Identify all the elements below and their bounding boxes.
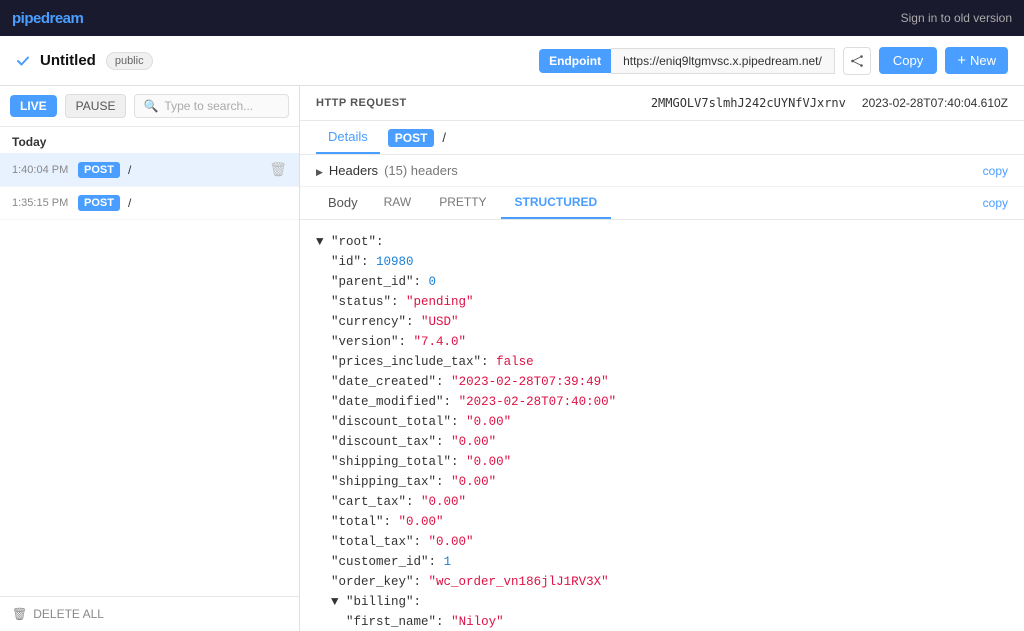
search-box[interactable]: 🔍 Type to search...	[134, 94, 289, 118]
body-label: Body	[316, 187, 370, 219]
search-icon: 🔍	[143, 99, 158, 113]
event-path: /	[128, 196, 287, 210]
body-copy-link[interactable]: copy	[983, 196, 1008, 210]
new-button[interactable]: + New	[945, 47, 1008, 74]
live-button[interactable]: LIVE	[10, 95, 57, 117]
trash-icon: 🗑	[12, 607, 27, 621]
tab-raw[interactable]: RAW	[370, 187, 426, 219]
copy-button[interactable]: Copy	[879, 47, 937, 74]
event-path: /	[128, 163, 261, 177]
headers-count: (15) headers	[384, 163, 458, 178]
detail-path: /	[442, 130, 446, 145]
event-method: POST	[78, 162, 120, 178]
today-label: Today	[0, 127, 299, 153]
plus-icon: +	[957, 53, 966, 68]
tab-details[interactable]: Details	[316, 121, 380, 154]
workflow-right: Endpoint https://eniq9ltgmvsc.x.pipedrea…	[539, 47, 1008, 75]
request-time: 2023-02-28T07:40:04.610Z	[862, 96, 1008, 110]
billing-toggle[interactable]: ▼	[331, 595, 339, 609]
details-tabs: Details POST /	[300, 121, 1024, 155]
json-line: "total_tax": "0.00"	[316, 532, 1008, 552]
json-line: "shipping_total": "0.00"	[316, 452, 1008, 472]
method-badge: POST	[388, 129, 435, 147]
event-list: 1:40:04 PM POST / 🗑 1:35:15 PM POST /	[0, 153, 299, 596]
json-line: "currency": "USD"	[316, 312, 1008, 332]
workflow-public-badge: public	[106, 52, 153, 70]
headers-text: Headers	[329, 163, 378, 178]
json-content: ▼ "root": "id": 10980 "parent_id": 0 "st…	[300, 220, 1024, 631]
json-line: "customer_id": 1	[316, 552, 1008, 572]
delete-event-icon[interactable]: 🗑	[269, 161, 287, 178]
right-panel: HTTP REQUEST 2MMGOLV7slmhJ242cUYNfVJxrnv…	[300, 86, 1024, 631]
json-line: "shipping_tax": "0.00"	[316, 472, 1008, 492]
endpoint-label: Endpoint	[539, 49, 611, 73]
workflow-bar: Untitled public Endpoint https://eniq9lt…	[0, 36, 1024, 86]
json-line: "status": "pending"	[316, 292, 1008, 312]
main-layout: LIVE PAUSE 🔍 Type to search... Today 1:4…	[0, 86, 1024, 631]
request-meta: 2MMGOLV7slmhJ242cUYNfVJxrnv 2023-02-28T0…	[651, 96, 1008, 110]
event-item[interactable]: 1:35:15 PM POST /	[0, 187, 299, 220]
tab-pretty[interactable]: PRETTY	[425, 187, 500, 219]
body-tabs: Body RAW PRETTY STRUCTURED	[316, 187, 611, 219]
body-tabs-row: Body RAW PRETTY STRUCTURED copy	[300, 187, 1024, 220]
event-method: POST	[78, 195, 120, 211]
root-toggle[interactable]: ▼	[316, 235, 324, 249]
share-icon[interactable]	[843, 47, 871, 75]
top-nav: pipedream Sign in to old version	[0, 0, 1024, 36]
endpoint-url: https://eniq9ltgmvsc.x.pipedream.net/	[611, 48, 835, 74]
json-line: "id": 10980	[316, 252, 1008, 272]
json-line: ▼ "root":	[316, 232, 1008, 252]
json-line: "date_created": "2023-02-28T07:39:49"	[316, 372, 1008, 392]
headers-toggle-button[interactable]: Headers (15) headers	[316, 163, 458, 178]
json-line: "parent_id": 0	[316, 272, 1008, 292]
search-placeholder: Type to search...	[164, 99, 253, 113]
json-line: "discount_total": "0.00"	[316, 412, 1008, 432]
event-item[interactable]: 1:40:04 PM POST / 🗑	[0, 153, 299, 187]
json-line: "order_key": "wc_order_vn186jlJ1RV3X"	[316, 572, 1008, 592]
headers-copy-link[interactable]: copy	[983, 164, 1008, 178]
json-line: "total": "0.00"	[316, 512, 1008, 532]
request-header: HTTP REQUEST 2MMGOLV7slmhJ242cUYNfVJxrnv…	[300, 86, 1024, 121]
json-line: ▼ "billing":	[316, 592, 1008, 612]
left-panel: LIVE PAUSE 🔍 Type to search... Today 1:4…	[0, 86, 300, 631]
chevron-right-icon	[316, 164, 323, 178]
json-line: "version": "7.4.0"	[316, 332, 1008, 352]
events-toolbar: LIVE PAUSE 🔍 Type to search...	[0, 86, 299, 127]
request-id: 2MMGOLV7slmhJ242cUYNfVJxrnv	[651, 96, 846, 110]
headers-row: Headers (15) headers copy	[300, 155, 1024, 187]
pause-button[interactable]: PAUSE	[65, 94, 127, 118]
json-line: "cart_tax": "0.00"	[316, 492, 1008, 512]
workflow-check-icon	[16, 54, 30, 68]
brand-pipe: pipedream	[12, 10, 83, 27]
event-time: 1:35:15 PM	[12, 197, 70, 209]
brand-logo: pipedream	[12, 10, 83, 27]
json-line: "first_name": "Niloy"	[316, 612, 1008, 631]
delete-all-bar[interactable]: 🗑 DELETE ALL	[0, 596, 299, 631]
event-time: 1:40:04 PM	[12, 164, 70, 176]
endpoint-group: Endpoint https://eniq9ltgmvsc.x.pipedrea…	[539, 48, 835, 74]
tab-structured[interactable]: STRUCTURED	[501, 187, 612, 219]
delete-all-label: DELETE ALL	[33, 607, 104, 621]
new-label: New	[970, 53, 996, 68]
workflow-title: Untitled	[40, 52, 96, 69]
json-line: "discount_tax": "0.00"	[316, 432, 1008, 452]
request-section-title: HTTP REQUEST	[316, 97, 407, 109]
body-section: Body RAW PRETTY STRUCTURED copy ▼ "root"…	[300, 187, 1024, 631]
json-line: "date_modified": "2023-02-28T07:40:00"	[316, 392, 1008, 412]
json-line: "prices_include_tax": false	[316, 352, 1008, 372]
workflow-left: Untitled public	[16, 52, 153, 70]
sign-in-link[interactable]: Sign in to old version	[901, 11, 1012, 25]
